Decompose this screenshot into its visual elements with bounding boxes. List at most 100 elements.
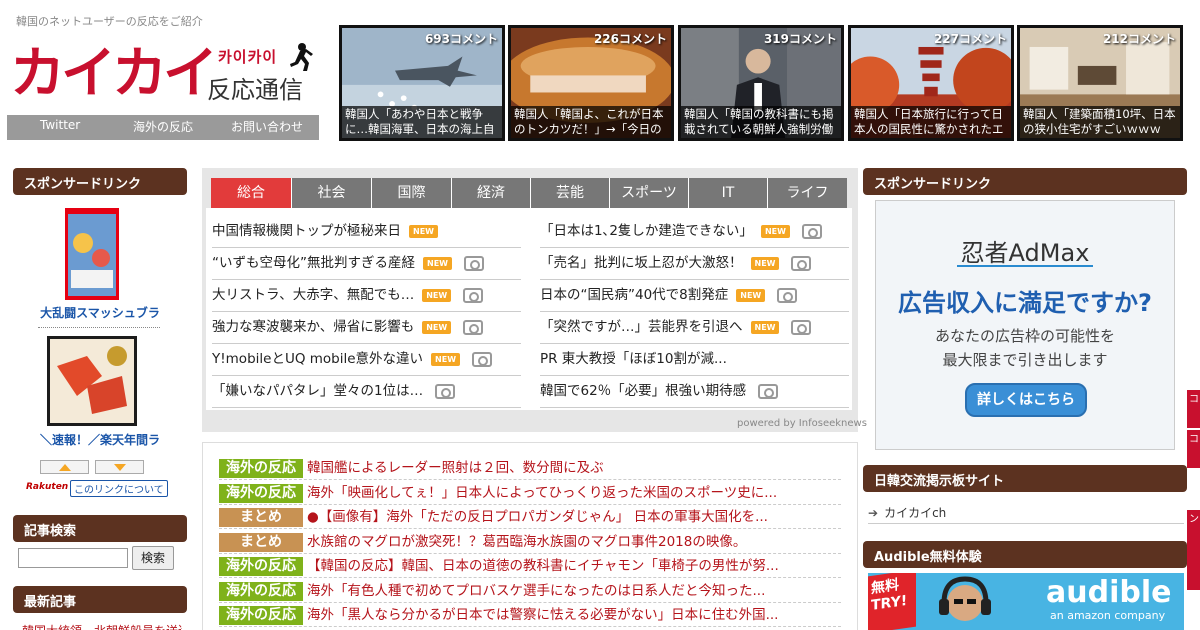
news-headline[interactable]: Y!mobileとUQ mobile意外な違い [212, 351, 423, 367]
board-link-row[interactable]: ➔ カイカイch [868, 502, 1184, 524]
tab-international[interactable]: 国際 [372, 178, 452, 208]
news-headline[interactable]: 大リストラ、大赤字、無配でも… [212, 287, 414, 303]
feed-article-link[interactable]: 海外「有色人種で初めてプロバスケ選手になったのは日系人だと今知った... [307, 582, 765, 600]
camera-icon [463, 255, 484, 271]
news-item[interactable]: 韓国で62％「必要」根強い期待感 [540, 376, 849, 408]
right-sponsor-header: スポンサードリンク [863, 168, 1187, 195]
feed-row[interactable]: まとめ ●【画像有】海外「ただの反日プロパガンダじゃん」 日本の軍事大国化を... [219, 505, 841, 529]
news-list: 中国情報機関トップが極秘来日 NEW “いずも空母化”無批判すぎる産経 NEW 大リスト… [206, 208, 852, 410]
site-logo[interactable]: カイカイ [10, 42, 218, 104]
news-headline[interactable]: PR 東大教授「ほぼ10割が減... [540, 351, 727, 367]
rakuten-logo[interactable]: Rakuten [26, 482, 68, 492]
admax-banner[interactable]: 忍者AdMax 広告収入に満足ですか? あなたの広告枠の可能性を 最大限まで引き… [875, 200, 1175, 450]
tab-entertainment[interactable]: 芸能 [531, 178, 610, 208]
news-item[interactable]: “いずも空母化”無批判すぎる産経 NEW [212, 248, 521, 280]
news-item[interactable]: PR 東大教授「ほぼ10割が減... [540, 344, 849, 376]
audible-logo: audible [1046, 575, 1172, 610]
board-link[interactable]: カイカイch [884, 506, 946, 520]
comment-count: 319コメント [763, 32, 837, 46]
admax-details-button[interactable]: 詳しくはこちら [965, 383, 1087, 417]
feed-category-tag: 海外の反応 [219, 581, 303, 601]
news-item[interactable]: Y!mobileとUQ mobile意外な違い NEW [212, 344, 521, 376]
thumb-caption: 韓国人「日本旅行に行って日本人の国民性に驚かされたエ [851, 106, 1011, 138]
powered-by: powered by Infoseeknews [737, 418, 867, 429]
news-item[interactable]: 中国情報機関トップが極秘来日 NEW [212, 216, 521, 248]
rakuten-ranking-link[interactable]: ＼速報！／楽天年間ラ [13, 431, 187, 448]
camera-icon [777, 287, 798, 303]
feed-article-link[interactable]: 【韓国の反応】韓国、日本の道徳の教科書にイチャモン「車椅子の男性が努... [307, 557, 779, 575]
thumb-caption: 韓国人「韓国よ、これが日本のトンカツだ！」→「今日の [511, 106, 671, 138]
new-badge: NEW [750, 320, 780, 334]
feed-category-tag: 海外の反応 [219, 606, 303, 625]
board-header: 日韓交流掲示板サイト [863, 465, 1187, 492]
news-item[interactable]: 大リストラ、大赤字、無配でも… NEW [212, 280, 521, 312]
news-headline[interactable]: 日本の“国民病”40代で8割発症 [540, 287, 728, 303]
news-item[interactable]: 強力な寒波襲来か、帰省に影響も NEW [212, 312, 521, 344]
about-link[interactable]: このリンクについて [70, 480, 168, 497]
admax-sub2: 最大限まで引き出します [942, 351, 1108, 369]
rakuten-crab-ad-image[interactable] [47, 336, 137, 426]
news-headline[interactable]: 「嫌いなパパタレ」堂々の1位は… [212, 383, 423, 399]
news-headline[interactable]: 「日本は1､2隻しか建造できない」 [540, 223, 753, 239]
feed-row[interactable]: 海外の反応 韓国艦によるレーダー照射は２回、数分間に及ぶ [219, 456, 841, 480]
featured-article-2[interactable]: 226コメント 韓国人「韓国よ、これが日本のトンカツだ！」→「今日の [508, 25, 674, 141]
news-headline[interactable]: 「売名」批判に坂上忍が大激怒！ [540, 255, 743, 271]
tab-it[interactable]: IT [689, 178, 768, 208]
feed-row[interactable]: 海外の反応 【韓国の反応】韓国、日本の道徳の教科書にイチャモン「車椅子の男性が努.… [219, 554, 841, 578]
news-headline[interactable]: 韓国で62％「必要」根強い期待感 [540, 383, 746, 399]
featured-article-1[interactable]: 693コメント 韓国人「あわや日本と戦争に…韓国海軍、日本の海上自 [339, 25, 505, 141]
news-headline[interactable]: 中国情報機関トップが極秘来日 [212, 223, 401, 239]
feed-category-tag: まとめ [219, 508, 303, 527]
nav-contact[interactable]: お問い合わせ [231, 118, 303, 135]
featured-article-5[interactable]: 212コメント 韓国人「建築面積10坪、日本の狭小住宅がすごいｗｗｗ [1017, 25, 1183, 141]
feed-article-link[interactable]: 韓国艦によるレーダー照射は２回、数分間に及ぶ [307, 459, 604, 477]
side-tab-3[interactable]: ン [1187, 510, 1200, 590]
camera-icon [801, 223, 822, 239]
news-headline[interactable]: 強力な寒波襲来か、帰省に影響も [212, 319, 414, 335]
news-headline[interactable]: “いずも空母化”無批判すぎる産経 [212, 255, 415, 271]
featured-article-3[interactable]: 319コメント 韓国人「韓国の教科書にも掲載されている朝鮮人強制労働 [678, 25, 844, 141]
search-button[interactable]: 検索 [132, 546, 174, 570]
site-tagline: 韓国のネットユーザーの反応をご紹介 [16, 15, 203, 28]
smash-bros-ad-link[interactable]: 大乱闘スマッシュブラ [13, 304, 187, 321]
feed-category-tag: 海外の反応 [219, 459, 303, 478]
thumb-caption: 韓国人「あわや日本と戦争に…韓国海軍、日本の海上自 [342, 106, 502, 138]
tab-general[interactable]: 総合 [211, 178, 292, 208]
search-input[interactable] [18, 548, 128, 568]
news-item[interactable]: 「日本は1､2隻しか建造できない」 NEW [540, 216, 849, 248]
new-badge: NEW [760, 224, 790, 238]
prev-ad-button[interactable] [40, 460, 89, 474]
feed-row[interactable]: 海外の反応 海外「有色人種で初めてプロバスケ選手になったのは日系人だと今知った..… [219, 579, 841, 603]
tab-sports[interactable]: スポーツ [610, 178, 689, 208]
latest-article-link[interactable]: 韓国大統領、北朝鮮船員を送還... [22, 622, 182, 630]
side-tab-2[interactable]: コ [1187, 430, 1200, 468]
tab-society[interactable]: 社会 [292, 178, 372, 208]
search-header: 記事検索 [13, 515, 187, 542]
feed-category-tag: まとめ [219, 532, 303, 552]
admax-logo: 忍者AdMax [960, 239, 1090, 267]
featured-article-4[interactable]: 227コメント 韓国人「日本旅行に行って日本人の国民性に驚かされたエ [848, 25, 1014, 141]
nav-overseas[interactable]: 海外の反応 [133, 118, 193, 135]
news-item[interactable]: 日本の“国民病”40代で8割発症 NEW [540, 280, 849, 312]
news-headline[interactable]: 「突然ですが…」芸能界を引退へ [540, 319, 743, 335]
left-sponsor-header: スポンサードリンク [13, 168, 187, 195]
feed-row[interactable]: 海外の反応 海外「映画化してぇ！」日本人によってひっくり返った米国のスポーツ史に.… [219, 481, 841, 505]
feed-article-link[interactable]: 海外「黒人なら分かるが日本では警察に怯える必要がない」日本に住む外国... [307, 606, 778, 624]
feed-category-tag: 海外の反応 [219, 483, 303, 503]
next-ad-button[interactable] [95, 460, 144, 474]
news-item[interactable]: 「売名」批判に坂上忍が大激怒！ NEW [540, 248, 849, 280]
smash-bros-ad-image[interactable] [65, 208, 119, 300]
news-item[interactable]: 「嫌いなパパタレ」堂々の1位は… [212, 376, 521, 408]
feed-row[interactable]: 海外の反応 海外「黒人なら分かるが日本では警察に怯える必要がない」日本に住む外国.… [219, 603, 841, 627]
feed-article-link[interactable]: 海外「映画化してぇ！」日本人によってひっくり返った米国のスポーツ史に... [307, 484, 777, 502]
side-tab-1[interactable]: コ [1187, 390, 1200, 428]
audible-banner[interactable]: 無料 TRY! audible an amazon company [868, 573, 1184, 630]
nav-twitter[interactable]: Twitter [40, 118, 80, 132]
tab-life[interactable]: ライフ [768, 178, 847, 208]
news-item[interactable]: 「突然ですが…」芸能界を引退へ NEW [540, 312, 849, 344]
feed-category-tag: 海外の反応 [219, 557, 303, 576]
feed-article-link[interactable]: ●【画像有】海外「ただの反日プロパガンダじゃん」 日本の軍事大国化を... [307, 508, 768, 526]
feed-row[interactable]: まとめ 水族館のマグロが激突死！？葛西臨海水族園のマグロ事件2018の映像。 [219, 530, 841, 554]
feed-article-link[interactable]: 水族館のマグロが激突死！？葛西臨海水族園のマグロ事件2018の映像。 [307, 533, 746, 551]
tab-economy[interactable]: 経済 [452, 178, 531, 208]
